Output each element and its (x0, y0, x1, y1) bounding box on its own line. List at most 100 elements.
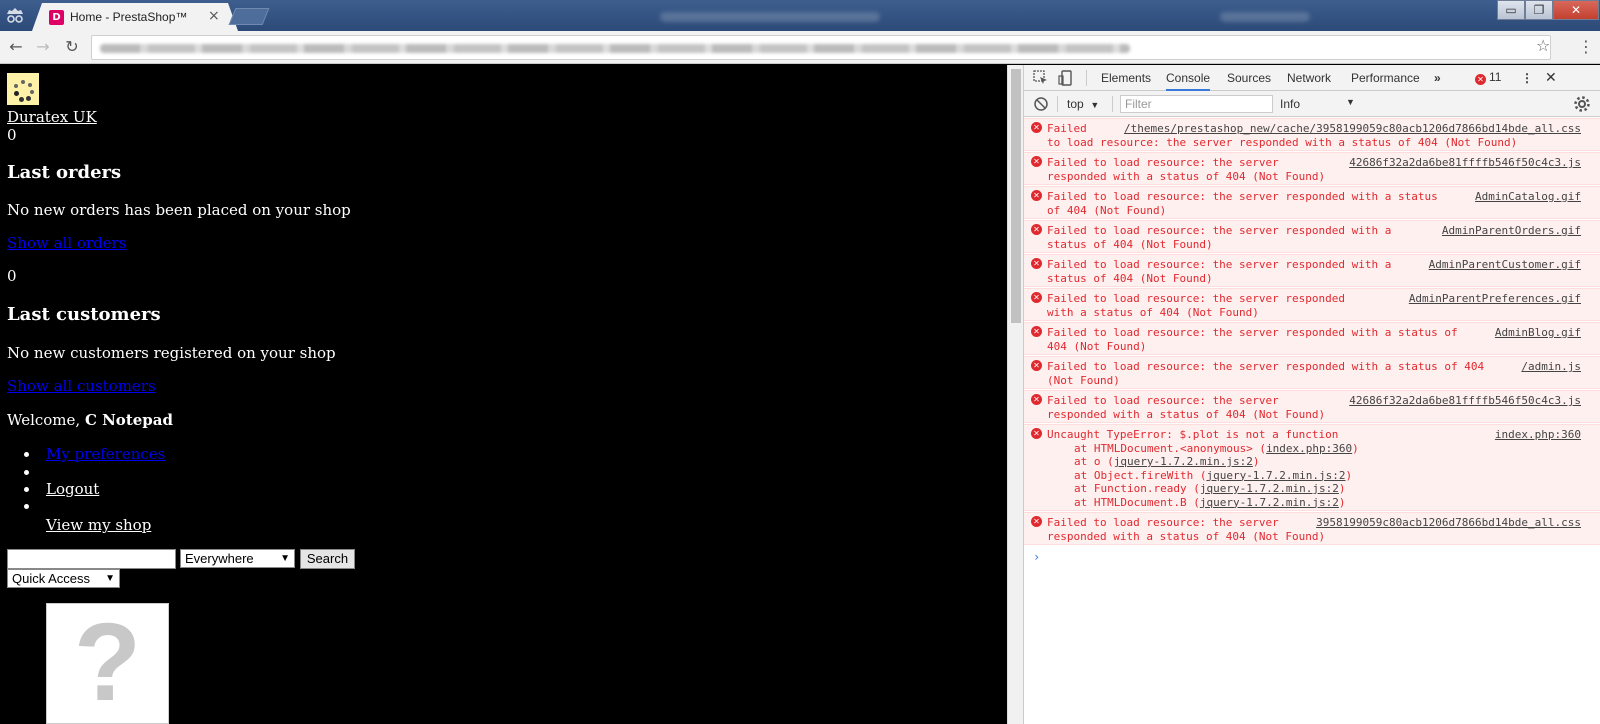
view-my-shop-link[interactable]: View my shop (46, 516, 151, 534)
error-x-icon: ✕ (1031, 224, 1042, 235)
window-close-button[interactable]: ✕ (1553, 0, 1599, 20)
bookmark-star-icon[interactable]: ☆ (1536, 36, 1550, 55)
log-level-select[interactable]: Info ▼ (1280, 97, 1355, 111)
devtools-tabbar: Elements Console Sources Network Perform… (1024, 65, 1600, 91)
tab-network[interactable]: Network (1287, 71, 1331, 85)
scrollbar-thumb[interactable] (1011, 69, 1021, 323)
device-toolbar-icon[interactable] (1057, 69, 1075, 87)
stack-frame: at HTMLDocument.<anonymous> (index.php:3… (1074, 442, 1359, 456)
welcome-prefix: Welcome, (7, 411, 85, 429)
devtools-menu-icon[interactable]: ⋮ (1521, 71, 1533, 85)
tab-performance[interactable]: Performance (1351, 71, 1420, 85)
console-message-text: Failed to load resource: the server resp… (1047, 224, 1392, 251)
tab-console[interactable]: Console (1166, 71, 1211, 91)
welcome-message: Welcome, C Notepad (7, 411, 173, 429)
customers-count: 0 (7, 267, 17, 285)
console-source-link[interactable]: /themes/prestashop_new/cache/3958199059c… (1124, 122, 1581, 136)
minimize-button[interactable]: ▭ (1497, 0, 1525, 20)
console-filter-input[interactable]: Filter (1120, 95, 1273, 113)
forward-arrow-icon[interactable]: → (33, 37, 53, 57)
console-error-message: ✕ Failed to load resource: the server res… (1024, 288, 1600, 321)
incognito-icon (7, 8, 23, 23)
new-tab-button[interactable] (228, 8, 270, 25)
console-source-link[interactable]: AdminParentOrders.gif (1441, 224, 1581, 238)
stack-frame-close: ) (1338, 482, 1346, 495)
error-x-icon: ✕ (1031, 428, 1042, 439)
no-orders-text: No new orders has been placed on your sh… (7, 201, 351, 219)
maximize-button[interactable]: ❐ (1525, 0, 1553, 20)
tab-sources[interactable]: Sources (1227, 71, 1271, 85)
window-title-blurred (660, 12, 880, 22)
browser-menu-icon[interactable]: ⋮ (1578, 37, 1594, 56)
console-error-message: ✕ Failed to load resource: the server res… (1024, 322, 1600, 355)
error-x-icon: ✕ (1031, 292, 1042, 303)
console-prompt-icon[interactable]: › (1033, 550, 1040, 564)
console-source-link[interactable]: AdminBlog.gif (1494, 326, 1581, 340)
orders-count: 0 (7, 126, 17, 144)
more-tabs-icon[interactable]: » (1434, 71, 1441, 85)
console-message-text: Failed to load resource: the server resp… (1047, 258, 1392, 285)
console-source-link[interactable]: index.php:360 (1494, 428, 1581, 442)
devtools-panel: Elements Console Sources Network Perform… (1023, 65, 1600, 724)
tab-close-icon[interactable]: × (208, 8, 220, 24)
console-source-link[interactable]: 42686f32a2da6be81ffffb546f50c4c3.js (1349, 394, 1581, 408)
console-source-link[interactable]: 3958199059c80acb1206d7866bd14bde_all.css (1316, 516, 1581, 530)
stack-frame-link[interactable]: jquery-1.7.2.min.js:2 (1200, 482, 1339, 495)
stack-frame-text: at o ( (1074, 455, 1114, 468)
dropdown-arrow-icon: ▼ (105, 573, 115, 584)
error-x-icon: ✕ (1031, 394, 1042, 405)
context-select[interactable]: top ▼ (1067, 97, 1099, 111)
stack-frame: at o (jquery-1.7.2.min.js:2) (1074, 455, 1259, 469)
error-x-icon: ✕ (1031, 360, 1042, 371)
console-source-link[interactable]: AdminCatalog.gif (1475, 190, 1581, 204)
devtools-close-icon[interactable]: ✕ (1545, 69, 1557, 86)
address-bar[interactable] (91, 35, 1551, 60)
search-input[interactable] (7, 549, 176, 569)
stack-frame-link[interactable]: jquery-1.7.2.min.js:2 (1114, 455, 1253, 468)
console-source-link[interactable]: 42686f32a2da6be81ffffb546f50c4c3.js (1349, 156, 1581, 170)
my-preferences-link[interactable]: My preferences (46, 445, 165, 463)
logout-link[interactable]: Logout (46, 480, 99, 498)
tab-elements[interactable]: Elements (1101, 71, 1151, 85)
shop-logo-loading-icon (7, 73, 39, 105)
show-all-orders-link[interactable]: Show all orders (7, 234, 126, 252)
console-source-link[interactable]: AdminParentPreferences.gif (1408, 292, 1581, 306)
shop-name-link[interactable]: Duratex UK (7, 108, 97, 126)
console-error-message: ✕ Uncaught TypeError: $.plot is not a fun… (1024, 424, 1600, 511)
console-messages: ✕ Failed to load resource: the server res… (1024, 118, 1600, 724)
inspect-element-icon[interactable] (1032, 69, 1050, 87)
dropdown-arrow-icon: ▼ (280, 553, 290, 564)
search-button[interactable]: Search (300, 549, 355, 569)
quick-access-value: Quick Access (12, 571, 91, 586)
error-x-icon: ✕ (1031, 122, 1042, 133)
error-x-icon: ✕ (1031, 516, 1042, 527)
back-arrow-icon[interactable]: ← (6, 37, 26, 57)
search-scope-value: Everywhere (185, 551, 254, 566)
stack-frame-link[interactable]: jquery-1.7.2.min.js:2 (1200, 496, 1339, 509)
quick-access-select[interactable]: Quick Access ▼ (7, 569, 120, 588)
console-error-message: ✕ Failed to load resource: the server res… (1024, 220, 1600, 253)
console-settings-gear-icon[interactable] (1573, 95, 1591, 113)
console-message-text: Failed to load resource: the server resp… (1047, 292, 1346, 319)
console-source-link[interactable]: AdminParentCustomer.gif (1428, 258, 1581, 272)
clear-console-icon[interactable] (1032, 95, 1050, 113)
stack-frame-link[interactable]: jquery-1.7.2.min.js:2 (1206, 469, 1345, 482)
page-scrollbar[interactable] (1007, 65, 1023, 724)
error-x-icon: ✕ (1031, 190, 1042, 201)
reload-icon[interactable]: ↻ (62, 37, 82, 57)
console-error-message: ✕ Failed to load resource: the server res… (1024, 118, 1600, 151)
address-url-blurred (100, 44, 1130, 53)
page-viewport: Duratex UK 0 Last orders No new orders h… (0, 65, 1007, 724)
stack-frame-close: ) (1345, 468, 1353, 482)
console-error-message: ✕ Failed to load resource: the server res… (1024, 186, 1600, 219)
stack-frame-link[interactable]: index.php:360 (1266, 442, 1352, 455)
show-all-customers-link[interactable]: Show all customers (7, 377, 156, 395)
browser-tab-active[interactable]: D Home - PrestaShop™ × (32, 3, 238, 31)
stack-frame-close: ) (1338, 495, 1346, 509)
error-count-badge[interactable]: ✕ 11 (1475, 70, 1501, 85)
search-scope-select[interactable]: Everywhere ▼ (180, 549, 295, 568)
last-customers-heading: Last customers (7, 304, 161, 325)
console-source-link[interactable]: /admin.js (1521, 360, 1581, 374)
stack-frame-text: at Function.ready ( (1074, 482, 1200, 495)
last-orders-heading: Last orders (7, 162, 122, 183)
